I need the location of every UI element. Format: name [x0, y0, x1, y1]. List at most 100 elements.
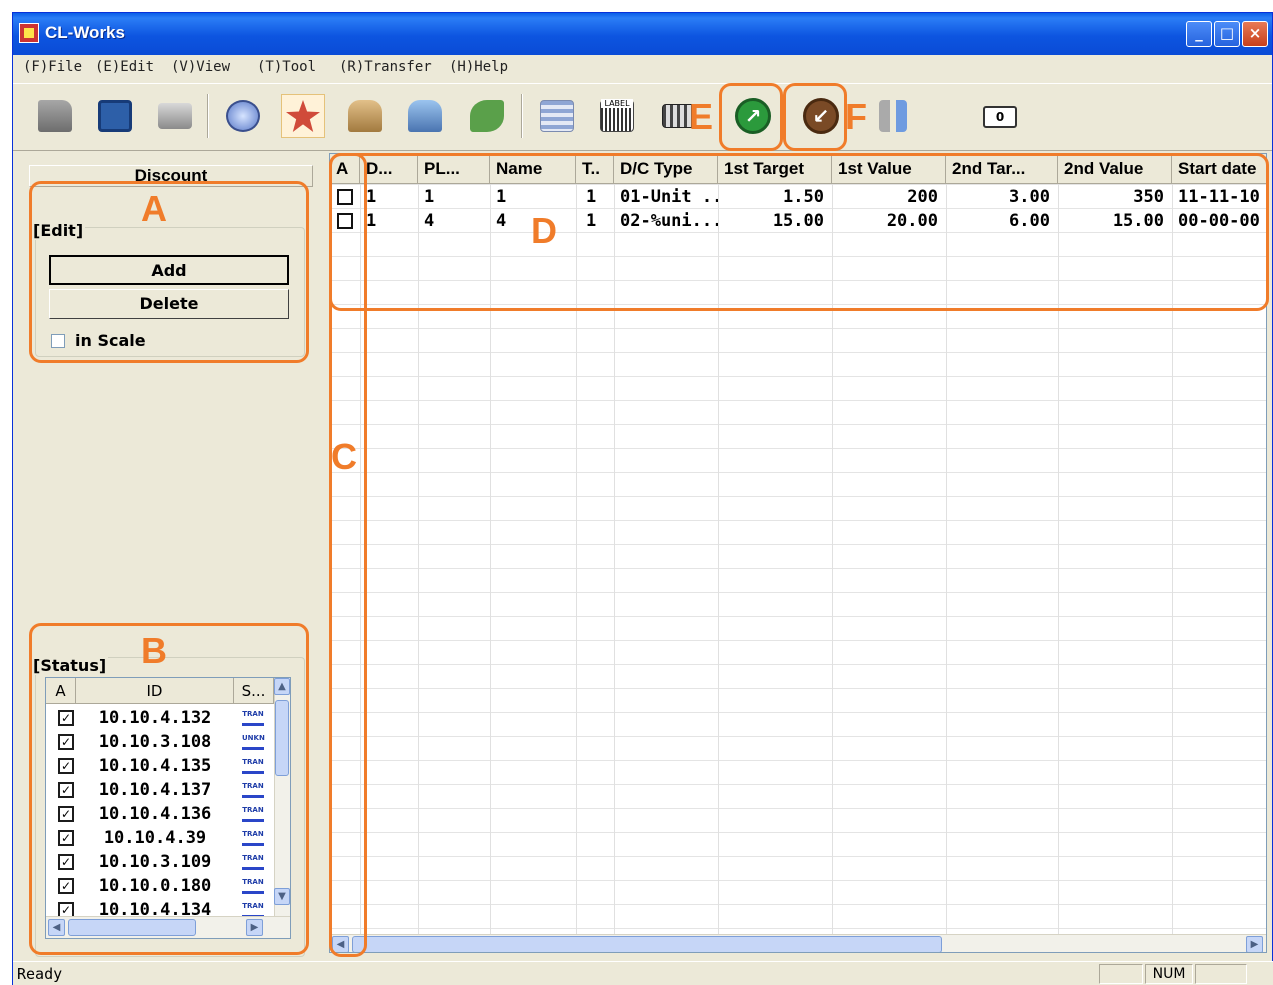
annotation-f-box	[783, 83, 847, 151]
status-row-id: 10.10.4.135	[98, 756, 212, 776]
status-row-checkbox[interactable]: ✓	[58, 734, 74, 750]
status-row-state: TRAN	[242, 782, 264, 798]
status-row-id: 10.10.3.108	[98, 732, 212, 752]
status-col-state[interactable]: S...	[234, 678, 274, 704]
label-button[interactable]: LABEL	[595, 94, 639, 138]
plu-button[interactable]	[221, 94, 265, 138]
toolbar-separator	[521, 94, 523, 138]
app-icon	[19, 23, 39, 43]
maximize-button[interactable]: □	[1214, 21, 1240, 47]
status-row-id: 10.10.4.136	[98, 804, 212, 824]
toolbar-separator	[207, 94, 209, 138]
status-row[interactable]: ✓ 10.10.4.39 TRAN	[46, 826, 274, 850]
menu-bar: (F)File (E)Edit (V)View (T)Tool (R)Trans…	[13, 55, 1272, 81]
close-icon: ×	[1248, 24, 1262, 42]
status-row-id: 10.10.4.137	[98, 780, 212, 800]
settings-tools-icon	[879, 100, 907, 132]
scroll-right-icon[interactable]: ▶	[1246, 936, 1263, 952]
print-button[interactable]	[153, 94, 197, 138]
minimize-button[interactable]: _	[1186, 21, 1212, 47]
settings-button[interactable]	[871, 94, 915, 138]
status-row-id: 10.10.3.109	[98, 852, 212, 872]
printer-user-icon	[408, 100, 442, 132]
status-row[interactable]: ✓ 10.10.0.180 TRAN	[46, 874, 274, 898]
annotation-d-box	[329, 153, 1269, 311]
status-hscroll[interactable]: ◀ ▶	[46, 916, 290, 938]
status-hscroll-thumb[interactable]	[68, 919, 196, 936]
status-list-header: A ID S...	[46, 678, 274, 704]
recycle-icon	[470, 100, 504, 132]
status-row-state: TRAN	[242, 854, 264, 870]
scroll-down-icon[interactable]: ▼	[274, 888, 290, 905]
status-row[interactable]: ✓ 10.10.3.108 UNKN	[46, 730, 274, 754]
close-button[interactable]: ×	[1242, 21, 1268, 47]
menu-file[interactable]: (F)File	[23, 59, 82, 75]
status-row-state: TRAN	[242, 806, 264, 822]
open-folder-icon	[38, 100, 72, 132]
menu-edit[interactable]: (E)Edit	[95, 59, 154, 75]
annotation-d-label: D	[531, 210, 557, 251]
status-row-checkbox[interactable]: ✓	[58, 854, 74, 870]
status-col-id[interactable]: ID	[76, 678, 234, 704]
status-row-id: 10.10.0.180	[98, 876, 212, 896]
menu-view[interactable]: (V)View	[171, 59, 230, 75]
annotation-e-label: E	[689, 96, 714, 137]
label-icon-text: LABEL	[601, 99, 633, 108]
scroll-right-icon[interactable]: ▶	[246, 919, 263, 936]
scroll-left-icon[interactable]: ◀	[48, 919, 65, 936]
menu-help[interactable]: (H)Help	[449, 59, 508, 75]
save-button[interactable]	[93, 94, 137, 138]
status-row-state: TRAN	[242, 830, 264, 846]
list-icon	[540, 100, 574, 132]
open-button[interactable]	[33, 94, 77, 138]
status-row[interactable]: ✓ 10.10.4.132 TRAN	[46, 706, 274, 730]
status-row-checkbox[interactable]: ✓	[58, 782, 74, 798]
discount-star-icon	[286, 100, 320, 132]
status-col-a[interactable]: A	[46, 678, 76, 704]
annotation-c-box	[329, 153, 367, 957]
title-bar[interactable]: CL-Works _ □ ×	[13, 13, 1272, 55]
annotation-f-label: F	[845, 96, 867, 137]
save-disk-icon	[98, 100, 132, 132]
grid-hscroll[interactable]: ◀ ▶	[330, 934, 1266, 952]
status-row-state: TRAN	[242, 878, 264, 894]
status-row[interactable]: ✓ 10.10.3.109 TRAN	[46, 850, 274, 874]
app-window: CL-Works _ □ × (F)File (E)Edit (V)View (…	[12, 12, 1273, 985]
list-button[interactable]	[535, 94, 579, 138]
status-row[interactable]: ✓ 10.10.4.137 TRAN	[46, 778, 274, 802]
discount-button[interactable]	[281, 94, 325, 138]
scroll-up-icon[interactable]: ▲	[274, 678, 290, 695]
annotation-e-box	[719, 83, 783, 151]
scale-user-button[interactable]	[403, 94, 447, 138]
status-row-checkbox[interactable]: ✓	[58, 878, 74, 894]
status-row[interactable]: ✓ 10.10.4.135 TRAN	[46, 754, 274, 778]
status-row-checkbox[interactable]: ✓	[58, 710, 74, 726]
status-row-checkbox[interactable]: ✓	[58, 758, 74, 774]
recycle-button[interactable]	[465, 94, 509, 138]
status-row-id: 10.10.4.132	[98, 708, 212, 728]
status-row-checkbox[interactable]: ✓	[58, 806, 74, 822]
counter-box[interactable]: 0	[983, 106, 1017, 128]
status-row-state: TRAN	[242, 710, 264, 726]
status-row-checkbox[interactable]: ✓	[58, 830, 74, 846]
minimize-icon: _	[1195, 24, 1203, 42]
user-button[interactable]	[343, 94, 387, 138]
user-icon	[348, 100, 382, 132]
menu-tool[interactable]: (T)Tool	[257, 59, 316, 75]
status-vscroll-thumb[interactable]	[275, 700, 289, 776]
annotation-c-label: C	[331, 436, 357, 477]
maximize-icon: □	[1219, 24, 1235, 42]
status-vscroll[interactable]: ▲ ▼	[274, 678, 290, 916]
status-pane-empty	[1195, 964, 1247, 984]
status-text: Ready	[17, 965, 63, 983]
print-icon	[158, 103, 192, 129]
grid-hscroll-thumb[interactable]	[352, 936, 942, 952]
status-row-state: TRAN	[242, 758, 264, 774]
annotation-a-label: A	[141, 188, 167, 229]
status-bar: Ready NUM	[13, 961, 1273, 985]
window-title: CL-Works	[45, 23, 125, 42]
status-row[interactable]: ✓ 10.10.4.136 TRAN	[46, 802, 274, 826]
label-icon: LABEL	[600, 99, 634, 132]
toolbar: LABEL ↗ ↙ 0	[13, 83, 1272, 151]
menu-transfer[interactable]: (R)Transfer	[339, 59, 432, 75]
